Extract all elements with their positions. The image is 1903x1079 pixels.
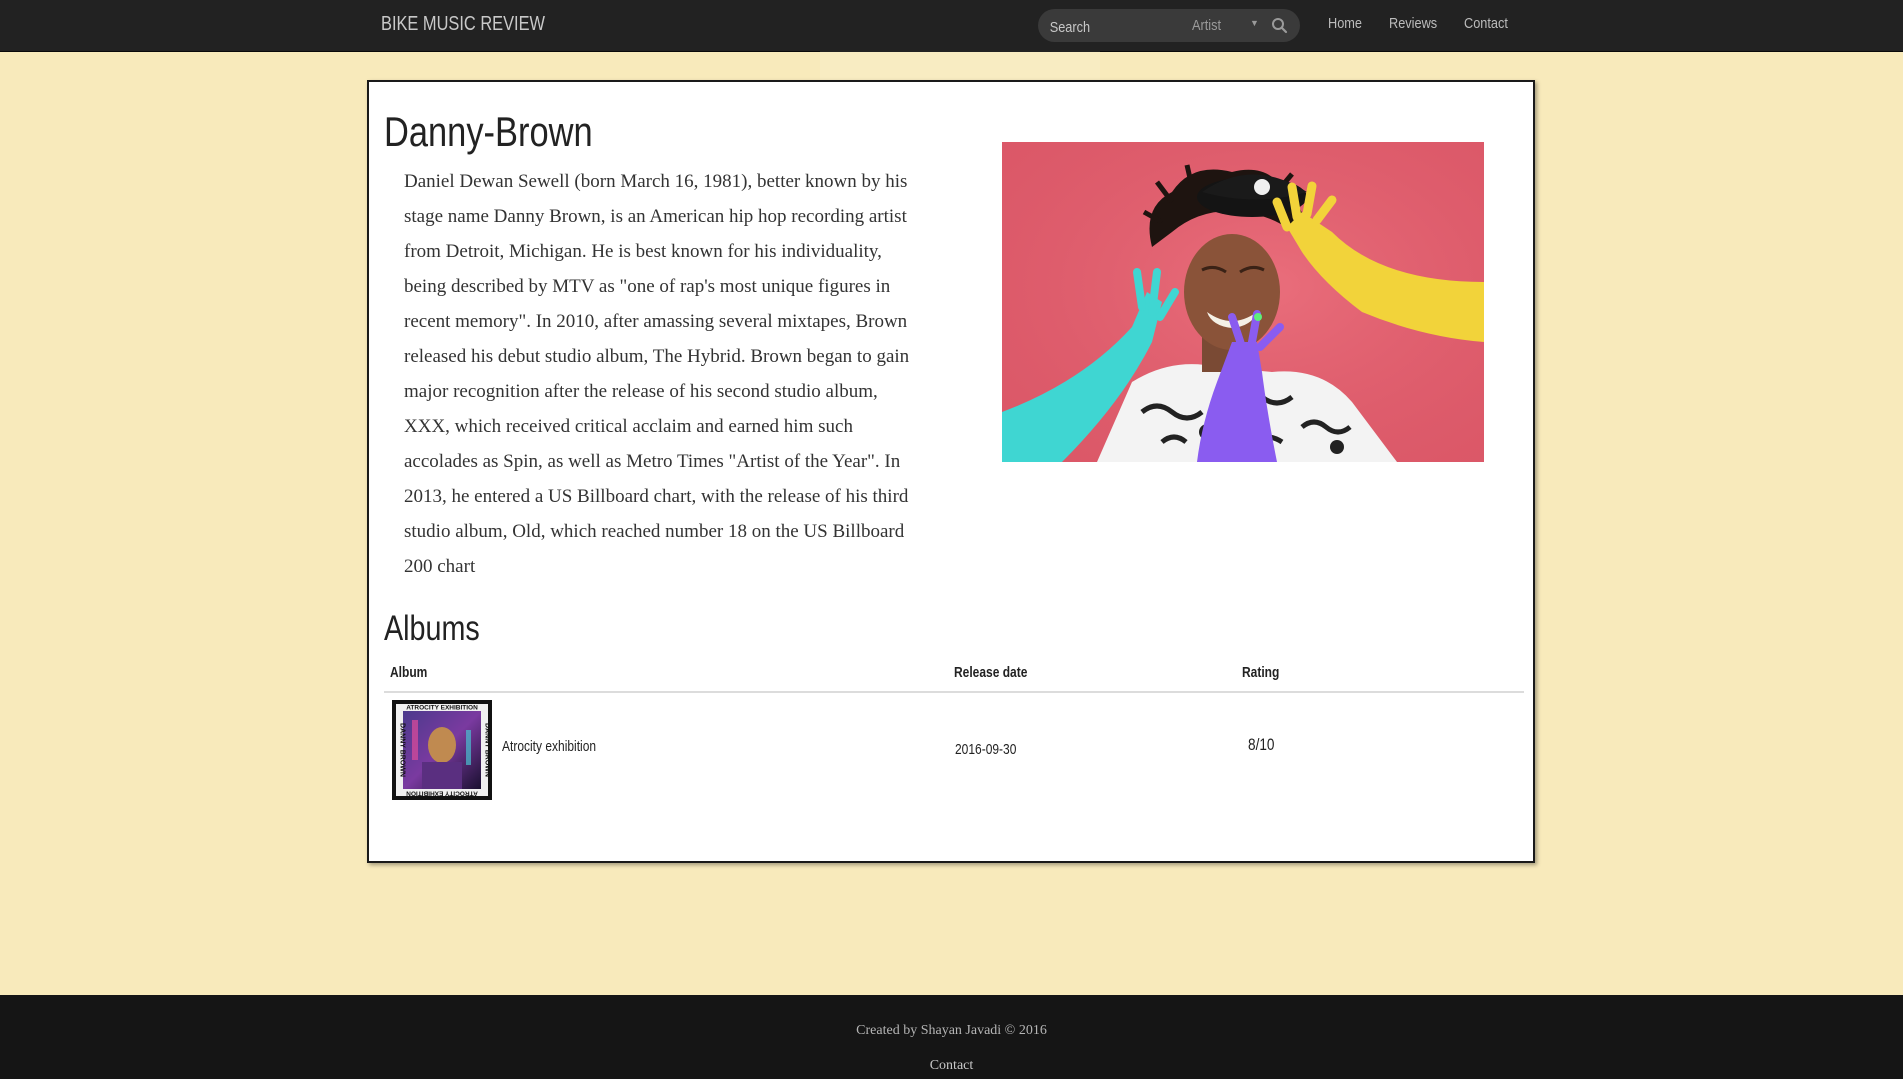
brand-title[interactable]: BIKE MUSIC REVIEW	[381, 13, 545, 36]
artist-name: Danny-Brown	[384, 108, 593, 155]
nav-reviews-link[interactable]: Reviews	[1389, 15, 1437, 32]
search-input[interactable]	[1048, 15, 1162, 39]
nav-contact-link[interactable]: Contact	[1464, 15, 1508, 32]
artist-photo	[1002, 142, 1484, 462]
column-header-rating: Rating	[1242, 664, 1280, 681]
svg-text:DANNY BROWN: DANNY BROWN	[484, 723, 491, 777]
top-navbar: BIKE MUSIC REVIEW Artist ▼ Home Reviews …	[0, 0, 1903, 52]
album-release-date: 2016-09-30	[955, 741, 1017, 758]
search-type-select[interactable]: Artist	[1192, 17, 1221, 34]
album-rating: 8/10	[1248, 735, 1275, 754]
nav-home-link[interactable]: Home	[1328, 15, 1362, 32]
search-icon	[1272, 18, 1288, 34]
search-button[interactable]	[1270, 16, 1290, 36]
table-header-divider	[384, 691, 1524, 693]
dropdown-caret-icon[interactable]: ▼	[1250, 18, 1259, 28]
svg-text:ATROCITY EXHIBITION: ATROCITY EXHIBITION	[406, 705, 478, 712]
artist-bio: Daniel Dewan Sewell (born March 16, 1981…	[404, 171, 910, 577]
footer-contact-row: Contact	[0, 1058, 1903, 1074]
svg-text:ATROCITY EXHIBITION: ATROCITY EXHIBITION	[406, 790, 478, 797]
album-name-link[interactable]: Atrocity exhibition	[502, 738, 596, 755]
column-header-release-date: Release date	[954, 664, 1028, 681]
search-bar: Artist ▼	[1038, 9, 1300, 42]
svg-text:DANNY BROWN: DANNY BROWN	[399, 723, 406, 777]
page-footer: Created by Shayan Javadi © 2016 Contact	[0, 995, 1903, 1079]
column-header-album: Album	[390, 664, 428, 681]
artist-card: Danny-Brown Daniel Dewan Sewell (born Ma…	[367, 80, 1535, 863]
album-cover-image[interactable]: ATROCITY EXHIBITION ATROCITY EXHIBITION …	[392, 700, 492, 800]
albums-heading: Albums	[384, 609, 480, 648]
footer-credit: Created by Shayan Javadi © 2016	[856, 1023, 1047, 1038]
footer-contact-link[interactable]: Contact	[930, 1058, 974, 1073]
